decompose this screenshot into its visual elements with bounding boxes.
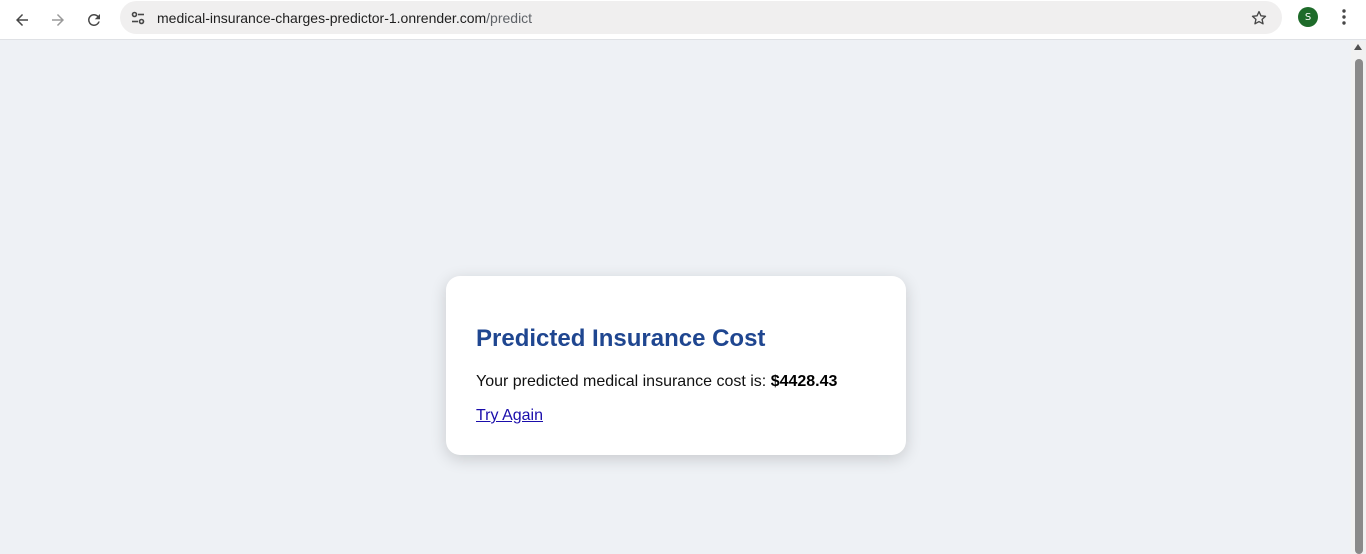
- back-arrow-icon: [16, 14, 28, 26]
- url-text[interactable]: medical-insurance-charges-predictor-1.on…: [157, 10, 532, 26]
- reload-button[interactable]: [79, 5, 109, 35]
- back-button[interactable]: [7, 5, 37, 35]
- result-prefix: Your predicted medical insurance cost is…: [476, 373, 767, 390]
- reload-icon: [88, 13, 100, 26]
- scroll-up-arrow-icon[interactable]: [1354, 44, 1362, 50]
- try-again-link[interactable]: Try Again: [476, 407, 543, 425]
- address-bar[interactable]: medical-insurance-charges-predictor-1.on…: [120, 1, 1282, 34]
- site-info-button[interactable]: [125, 5, 151, 31]
- browser-toolbar: medical-insurance-charges-predictor-1.on…: [0, 0, 1366, 40]
- star-icon: [1251, 10, 1267, 25]
- url-path: /predict: [486, 10, 533, 26]
- bookmark-button[interactable]: [1248, 7, 1270, 29]
- browser-menu-button[interactable]: [1334, 6, 1354, 28]
- more-vert-icon: [1342, 9, 1346, 25]
- forward-button[interactable]: [43, 5, 73, 35]
- url-host: medical-insurance-charges-predictor-1.on…: [157, 10, 487, 26]
- result-card: Predicted Insurance Cost Your predicted …: [446, 276, 906, 455]
- forward-arrow-icon: [52, 14, 64, 26]
- tune-icon: [131, 11, 145, 25]
- prediction-result: Your predicted medical insurance cost is…: [476, 373, 837, 391]
- page-title: Predicted Insurance Cost: [476, 325, 766, 352]
- scroll-thumb[interactable]: [1355, 59, 1363, 554]
- profile-avatar[interactable]: S: [1298, 7, 1318, 27]
- predicted-cost-value: $4428.43: [770, 373, 838, 390]
- page-scrollbar[interactable]: [1351, 41, 1366, 554]
